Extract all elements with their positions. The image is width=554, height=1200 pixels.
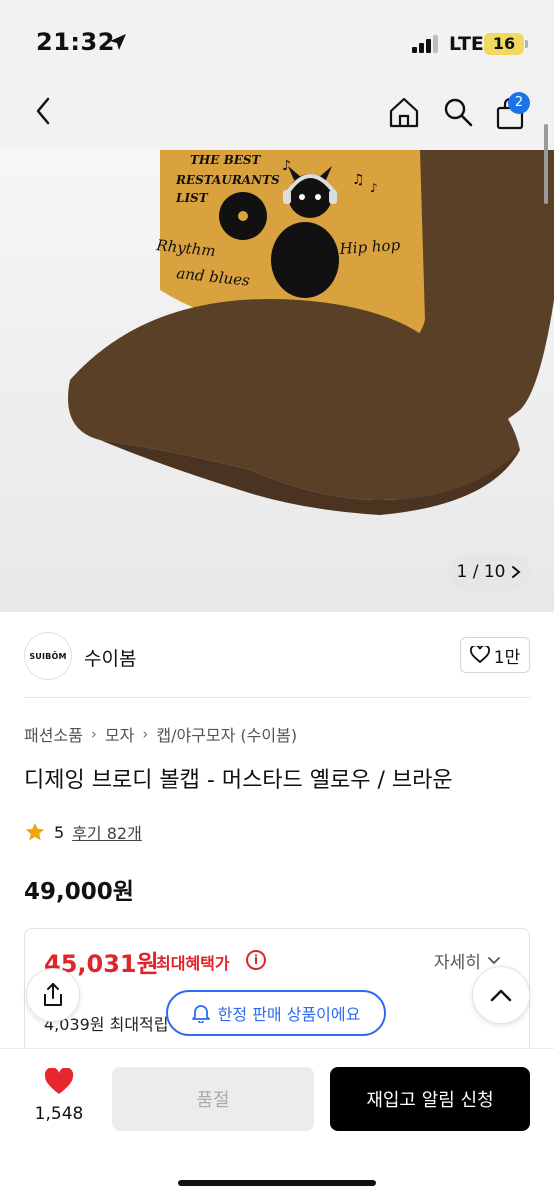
product-image: ♪ ♫ ♪ THE BEST RESTAURANTS LIST Rhythm a… — [68, 150, 554, 515]
battery-cap — [525, 40, 528, 48]
chevron-left-icon — [36, 97, 50, 125]
product-title: 디제잉 브로디 볼캡 - 머스타드 옐로우 / 브라운 — [24, 768, 453, 793]
chevron-up-icon — [490, 989, 512, 1002]
breadcrumb-item-cap[interactable]: 캡/야구모자 (수이봄) — [156, 722, 297, 746]
bell-icon — [191, 1005, 210, 1023]
limited-sale-toast: 한정 판매 상품이에요 — [166, 990, 386, 1036]
chevron-right-icon: › — [142, 725, 149, 743]
star-icon — [25, 822, 45, 841]
cart-count-badge: 2 — [508, 92, 530, 114]
max-benefit-label: 최대혜택가 — [156, 954, 230, 973]
cap-text-line1: THE BEST — [190, 153, 262, 167]
battery-indicator: 16 — [484, 33, 524, 55]
image-counter-text: 1 / 10 — [456, 562, 506, 582]
rating-score: 5 — [54, 822, 65, 842]
svg-text:♪: ♪ — [282, 158, 291, 174]
rating-row: 5 후기 82개 — [24, 820, 142, 844]
svg-text:♪: ♪ — [370, 181, 378, 195]
brand-name[interactable]: 수이봄 — [84, 644, 136, 671]
signal-icon — [412, 35, 440, 57]
soldout-button[interactable]: 품절 — [112, 1067, 314, 1131]
chevron-down-icon — [488, 956, 500, 964]
detail-label: 자세히 — [434, 953, 481, 973]
wishlist-count: 1,548 — [34, 1104, 84, 1124]
brand-logo[interactable]: SUIBŌM — [24, 632, 72, 680]
network-type: LTE — [449, 33, 484, 55]
image-counter[interactable]: 1 / 10 — [448, 554, 530, 590]
scroll-to-top-button[interactable] — [472, 966, 530, 1024]
status-time: 21:32 — [36, 28, 115, 56]
chevron-right-icon — [512, 566, 522, 578]
product-price: 49,000원 — [24, 879, 134, 905]
review-count-link[interactable]: 후기 82개 — [72, 820, 142, 844]
search-button[interactable] — [440, 94, 476, 130]
brand-like-count: 1만 — [493, 647, 521, 668]
breadcrumb-item-fashion[interactable]: 패션소품 — [24, 722, 83, 746]
page-scroll-indicator — [544, 124, 548, 204]
home-indicator — [178, 1180, 376, 1186]
wishlist-button[interactable] — [26, 1067, 92, 1100]
cap-text-line3: LIST — [175, 191, 209, 205]
info-icon[interactable]: i — [246, 950, 266, 970]
share-button[interactable] — [26, 968, 80, 1022]
restock-alert-button[interactable]: 재입고 알림 신청 — [330, 1067, 530, 1131]
breadcrumb-item-hat[interactable]: 모자 — [105, 722, 134, 746]
home-button[interactable] — [386, 94, 422, 130]
home-icon — [389, 97, 419, 128]
divider — [24, 697, 530, 698]
product-image-gallery[interactable]: ♪ ♫ ♪ THE BEST RESTAURANTS LIST Rhythm a… — [0, 150, 554, 612]
heart-outline-icon — [469, 646, 490, 664]
toast-text: 한정 판매 상품이에요 — [217, 1005, 361, 1024]
search-icon — [444, 98, 473, 127]
location-arrow-icon — [108, 32, 128, 56]
heart-filled-icon — [44, 1067, 74, 1094]
back-button[interactable] — [26, 94, 60, 128]
share-icon — [44, 983, 62, 1006]
breadcrumb: 패션소품 › 모자 › 캡/야구모자 (수이봄) — [24, 722, 297, 746]
brand-like-button[interactable]: 1만 — [460, 637, 530, 673]
cap-text-line2: RESTAURANTS — [175, 173, 280, 187]
svg-text:♫: ♫ — [352, 172, 365, 188]
chevron-right-icon: › — [90, 725, 97, 743]
